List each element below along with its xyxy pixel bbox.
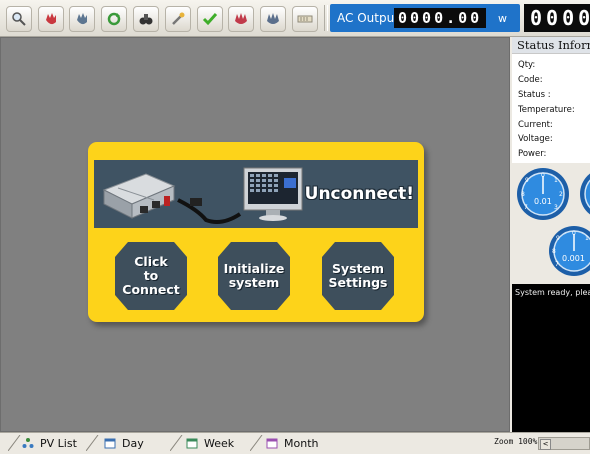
hands-red-button[interactable] xyxy=(228,6,254,32)
meter-button[interactable] xyxy=(292,6,318,32)
svg-text:9: 9 xyxy=(556,235,560,242)
svg-text:3: 3 xyxy=(554,204,558,211)
qty-label: Qty: xyxy=(518,60,536,70)
zoom-level: Zoom 100% xyxy=(494,437,538,446)
temperature-label: Temperature: xyxy=(518,105,575,115)
hand-blue-button[interactable] xyxy=(69,6,95,32)
tab-day[interactable]: Day xyxy=(104,434,144,452)
gauge-value-1: 0.01 xyxy=(534,197,552,206)
tab-divider xyxy=(86,435,99,451)
bottom-bar: PV List Day Week Month Zoom 100% < xyxy=(0,432,590,454)
ac-output-value: 0000.00 xyxy=(394,8,487,28)
connection-card: Unconnect! Click to Connect Initialize s… xyxy=(88,142,424,322)
current-label: Current: xyxy=(518,120,553,130)
inverter-device-illustration xyxy=(102,167,303,224)
power-label: Power: xyxy=(518,149,547,159)
tab-month-label: Month xyxy=(284,436,319,450)
log-console: System ready, plea xyxy=(512,284,590,432)
gauge-dial: 01789 0.001 xyxy=(549,226,590,276)
meter-icon xyxy=(297,15,313,23)
tools-icon xyxy=(172,12,185,25)
status-fields: Qty: Code: Status : Temperature: Current… xyxy=(512,53,590,164)
check-button[interactable] xyxy=(197,6,223,32)
system-settings-label: System Settings xyxy=(328,261,388,290)
code-label: Code: xyxy=(518,75,543,85)
connection-status-text: Unconnect! xyxy=(304,184,414,204)
tools-button[interactable] xyxy=(165,6,191,32)
tab-week[interactable]: Week xyxy=(186,434,234,452)
ac-output-label: AC Output xyxy=(337,11,399,25)
tab-month[interactable]: Month xyxy=(266,434,318,452)
toolbar: AC Output 0000.00 w 0000 xyxy=(0,0,590,37)
svg-text:1: 1 xyxy=(554,177,558,184)
click-to-connect-button[interactable]: Click to Connect xyxy=(115,242,187,310)
ac-output-unit: w xyxy=(498,12,507,25)
status-panel-title: Status Informa xyxy=(512,37,590,53)
binoculars-icon xyxy=(139,14,153,25)
status-label: Status : xyxy=(518,90,551,100)
svg-text:9: 9 xyxy=(525,177,529,184)
svg-text:7: 7 xyxy=(524,204,528,211)
hands-blue-button[interactable] xyxy=(260,6,286,32)
tab-day-label: Day xyxy=(122,436,144,450)
refresh-button[interactable] xyxy=(101,6,127,32)
tree-icon xyxy=(22,438,34,448)
magnifier-icon xyxy=(12,12,26,26)
status-panel: Status Informa Qty: Code: Status : Tempe… xyxy=(512,37,590,432)
secondary-counter: 0000 xyxy=(524,4,590,32)
gauge-value-2: 0.001 xyxy=(562,254,585,263)
check-icon xyxy=(202,13,218,26)
svg-text:7: 7 xyxy=(555,261,559,268)
calendar-week-icon xyxy=(186,438,198,449)
binoculars-button[interactable] xyxy=(133,6,159,32)
scroll-left-icon[interactable]: < xyxy=(540,439,551,450)
tab-pv-list-label: PV List xyxy=(40,436,77,450)
initialize-system-button[interactable]: Initialize system xyxy=(218,242,290,310)
svg-text:1: 1 xyxy=(585,235,589,242)
hands-red-icon xyxy=(235,13,247,24)
svg-text:8: 8 xyxy=(552,248,556,255)
horizontal-scrollbar[interactable]: < xyxy=(538,437,590,450)
calendar-icon xyxy=(104,438,116,449)
initialize-system-label: Initialize system xyxy=(223,261,285,290)
refresh-icon xyxy=(107,12,121,26)
hand-blue-icon xyxy=(77,13,87,25)
tab-pv-list[interactable]: PV List xyxy=(22,434,77,452)
click-to-connect-label: Click to Connect xyxy=(122,254,180,297)
system-settings-button[interactable]: System Settings xyxy=(322,242,394,310)
gauge-dial-partial xyxy=(580,173,590,215)
hands-blue-icon xyxy=(267,13,279,24)
connection-banner: Unconnect! xyxy=(94,160,418,228)
tab-divider xyxy=(8,435,21,451)
tab-divider xyxy=(170,435,183,451)
gauge-area: 0123789 0.01 01789 0.001 xyxy=(512,163,590,281)
tab-week-label: Week xyxy=(204,436,235,450)
hand-red-button[interactable] xyxy=(38,6,64,32)
svg-text:2: 2 xyxy=(559,191,563,198)
toolbar-separator xyxy=(324,5,328,31)
calendar-month-icon xyxy=(266,438,278,449)
svg-text:8: 8 xyxy=(521,191,525,198)
hand-red-icon xyxy=(46,13,56,25)
ac-output-panel: AC Output 0000.00 w xyxy=(330,4,520,32)
tab-divider xyxy=(250,435,263,451)
search-tool-button[interactable] xyxy=(6,6,32,32)
gauge-dial: 0123789 0.01 xyxy=(517,168,569,220)
voltage-label: Voltage: xyxy=(518,134,553,144)
